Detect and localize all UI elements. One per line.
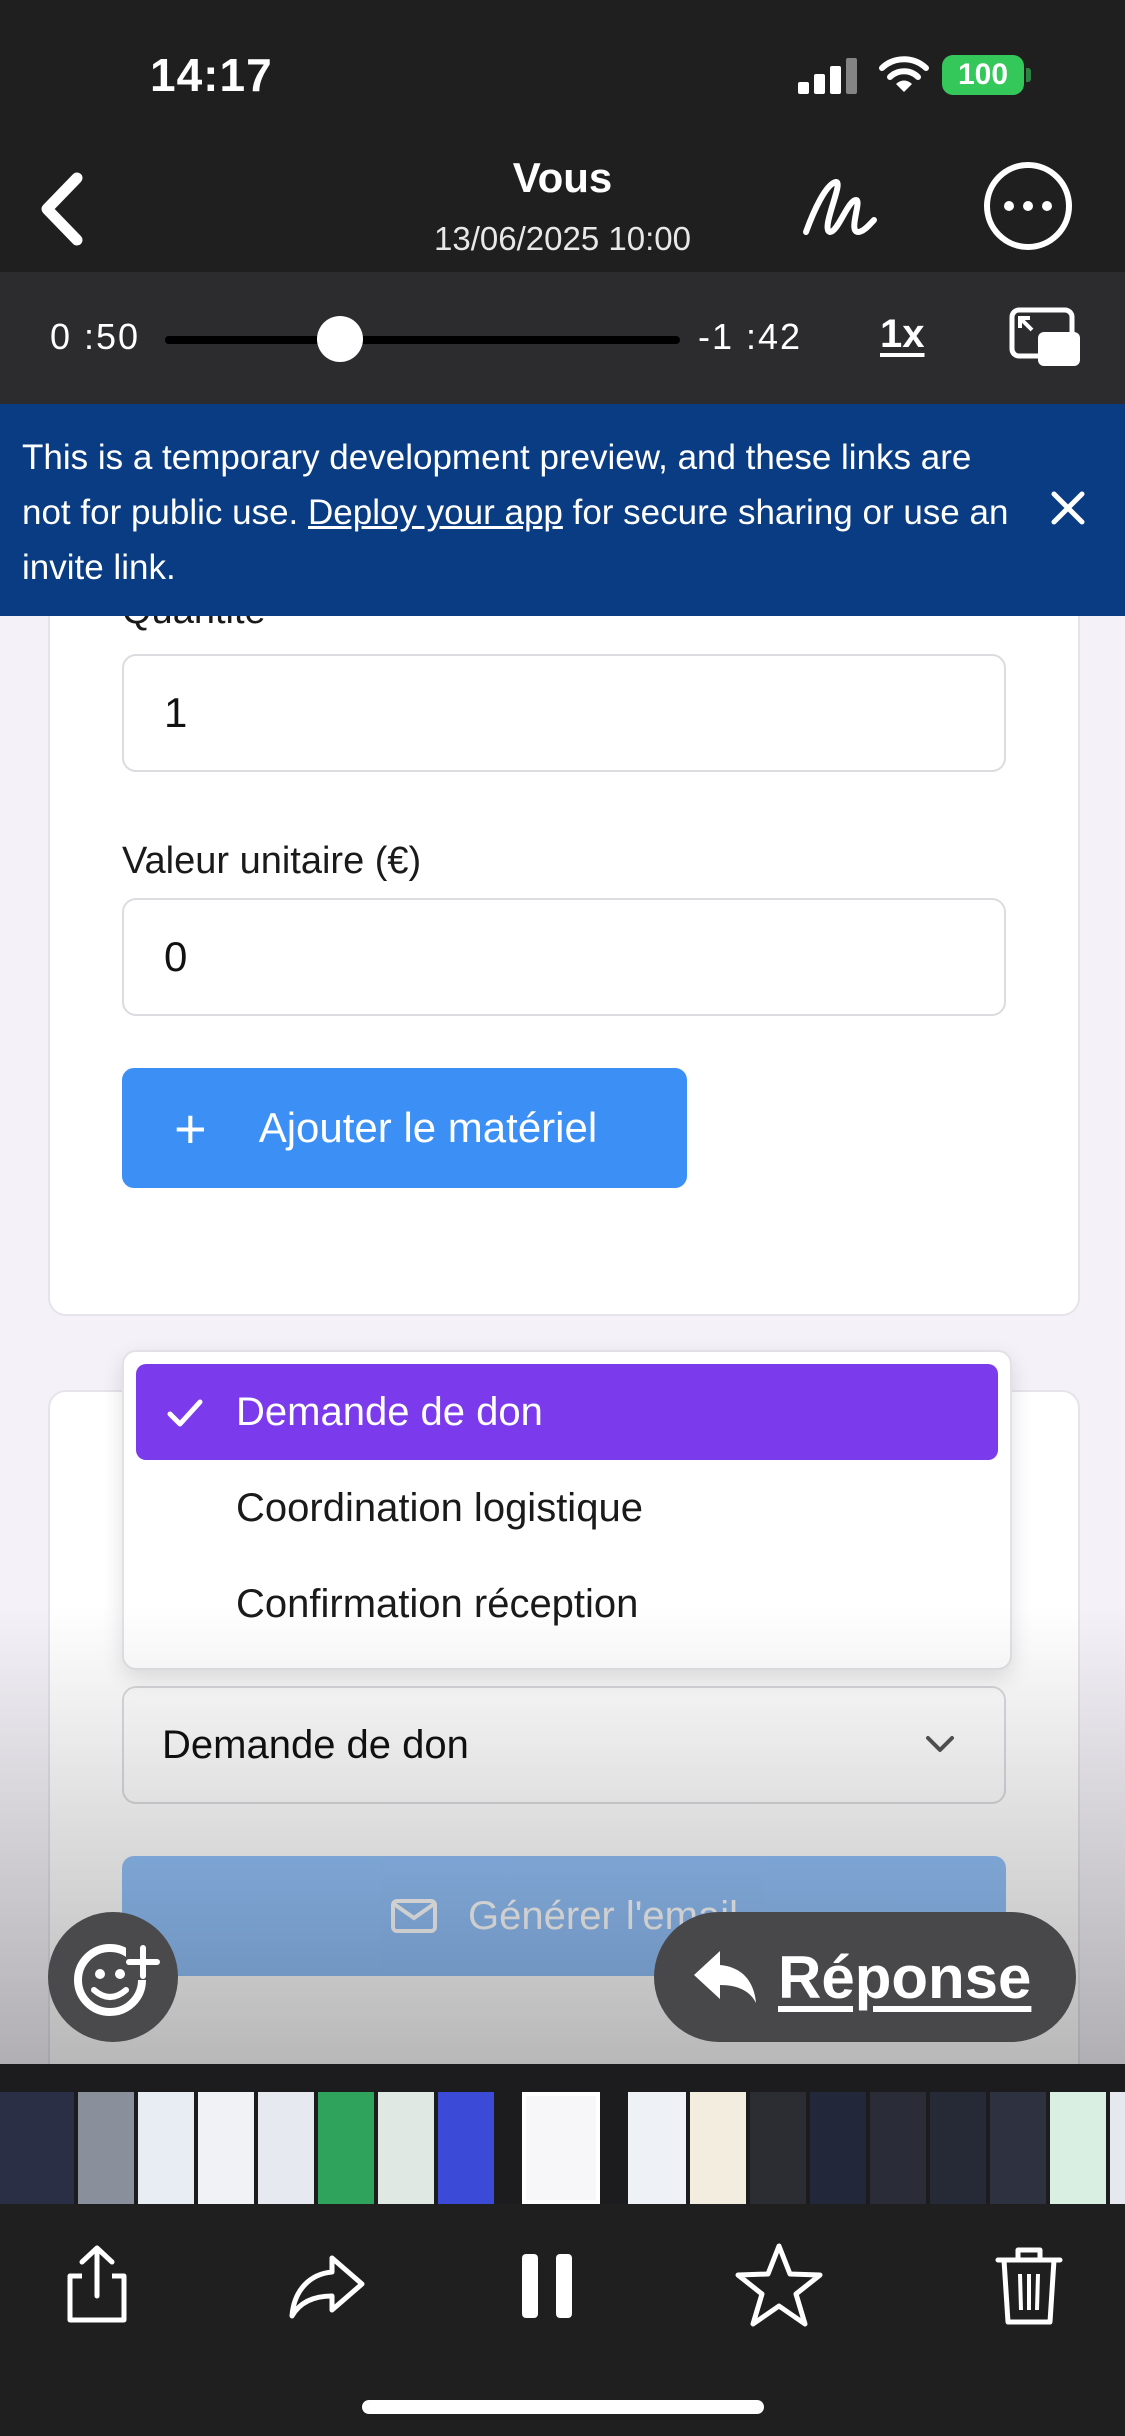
header-subtitle: 13/06/2025 10:00 [434, 220, 691, 257]
playback-speed-button[interactable]: 1x [880, 312, 925, 357]
star-icon[interactable] [734, 2240, 824, 2330]
photos-header: Vous 13/06/2025 10:00 [0, 150, 1125, 272]
scrubber-track[interactable] [165, 316, 680, 362]
thumbnail[interactable] [258, 2092, 314, 2204]
thumbnail[interactable] [0, 2092, 74, 2204]
reply-label: Réponse [778, 1943, 1032, 2011]
status-time: 14:17 [150, 49, 273, 101]
plus-icon: + [174, 1096, 207, 1160]
mail-icon [391, 1899, 438, 1933]
trash-icon[interactable] [984, 2240, 1074, 2330]
option-label: Confirmation réception [236, 1582, 639, 1626]
option-label: Demande de don [236, 1390, 543, 1434]
banner-text: This is a temporary development preview,… [22, 430, 1022, 595]
thumbnail[interactable] [930, 2092, 986, 2204]
unit-value-input[interactable]: 0 [122, 898, 1006, 1016]
thumbnail[interactable] [198, 2092, 254, 2204]
cellular-signal-icon [798, 58, 858, 94]
pause-icon[interactable] [502, 2240, 592, 2330]
close-icon[interactable] [1046, 486, 1090, 530]
more-icon[interactable] [984, 162, 1072, 250]
chevron-down-icon [926, 1736, 954, 1752]
reply-arrow-icon [694, 1951, 756, 2003]
pip-icon[interactable] [1008, 306, 1084, 370]
thumbnail[interactable] [1050, 2092, 1106, 2204]
thumbnail[interactable] [690, 2092, 746, 2204]
battery-indicator: 100 [942, 55, 1024, 95]
reply-button[interactable]: Réponse [654, 1912, 1076, 2042]
email-type-dropdown: Demande de don Coordination logistique C… [122, 1350, 1012, 1670]
emoji-add-icon [74, 1944, 160, 2016]
markup-icon[interactable] [800, 170, 880, 250]
remaining-time: -1 :42 [698, 316, 803, 357]
elapsed-time: 0 :50 [50, 316, 141, 357]
check-icon [167, 1399, 203, 1427]
email-type-select[interactable]: Demande de don [122, 1686, 1006, 1804]
add-reaction-button[interactable] [48, 1912, 178, 2042]
add-material-button[interactable]: + Ajouter le matériel [122, 1068, 687, 1188]
thumbnail-strip[interactable] [0, 2092, 1125, 2204]
video-playback-bar: 0 :50 -1 :42 1x [0, 272, 1125, 404]
forward-icon[interactable] [282, 2240, 372, 2330]
dev-preview-banner: This is a temporary development preview,… [0, 404, 1125, 616]
dropdown-option-coordination-logistique[interactable]: Coordination logistique [136, 1460, 998, 1556]
status-bar: 14:17 100 [0, 0, 1125, 150]
home-indicator [362, 2400, 764, 2414]
thumbnail[interactable] [78, 2092, 134, 2204]
thumbnail[interactable] [990, 2092, 1046, 2204]
thumbnail[interactable] [628, 2092, 686, 2204]
bottom-toolbar [0, 2204, 1125, 2436]
thumbnail[interactable] [810, 2092, 866, 2204]
share-icon[interactable] [52, 2240, 142, 2330]
quantity-input[interactable]: 1 [122, 654, 1006, 772]
battery-tip [1026, 68, 1031, 82]
scrubber-thumb[interactable] [317, 316, 364, 362]
thumbnail[interactable] [750, 2092, 806, 2204]
thumbnail-current[interactable] [522, 2092, 600, 2204]
email-type-value: Demande de don [162, 1723, 469, 1767]
deploy-app-link[interactable]: Deploy your app [308, 493, 563, 532]
thumbnail[interactable] [438, 2092, 494, 2204]
unit-value-label: Valeur unitaire (€) [122, 840, 422, 882]
dropdown-option-confirmation-reception[interactable]: Confirmation réception [136, 1556, 998, 1652]
thumbnail[interactable] [870, 2092, 926, 2204]
wifi-icon [879, 56, 929, 92]
scrubber-fill [165, 336, 341, 344]
add-material-label: Ajouter le matériel [258, 1104, 598, 1151]
thumbnail[interactable] [378, 2092, 434, 2204]
thumbnail[interactable] [1110, 2092, 1125, 2204]
app-content: Quantité 1 Valeur unitaire (€) 0 + Ajout… [0, 604, 1125, 2064]
thumbnail[interactable] [318, 2092, 374, 2204]
thumbnail[interactable] [138, 2092, 194, 2204]
header-title: Vous [512, 154, 613, 201]
option-label: Coordination logistique [236, 1486, 643, 1530]
dropdown-option-demande-de-don[interactable]: Demande de don [136, 1364, 998, 1460]
